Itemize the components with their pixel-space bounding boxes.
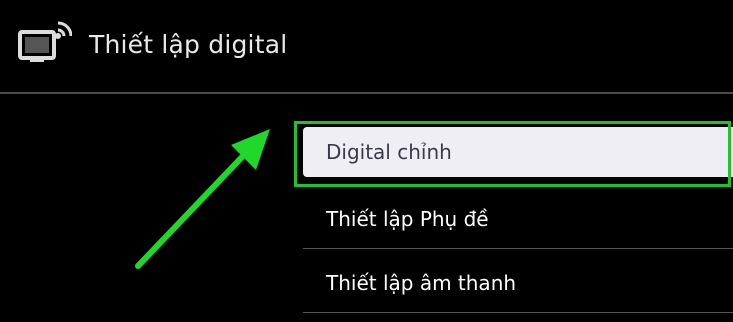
settings-menu: Digital chỉnh Thiết lập Phụ đề Thiết lập… (294, 118, 733, 322)
menu-divider (303, 312, 733, 313)
header: Thiết lập digital (0, 0, 733, 92)
page-title: Thiết lập digital (89, 30, 288, 59)
header-divider (0, 92, 733, 94)
menu-item-audio-settings[interactable]: Thiết lập âm thanh (303, 256, 733, 310)
tv-settings-icon (18, 21, 72, 62)
menu-item-digital-tuning[interactable]: Digital chỉnh (303, 127, 733, 177)
menu-divider (303, 248, 733, 249)
menu-item-subtitle-settings[interactable]: Thiết lập Phụ đề (303, 192, 733, 246)
